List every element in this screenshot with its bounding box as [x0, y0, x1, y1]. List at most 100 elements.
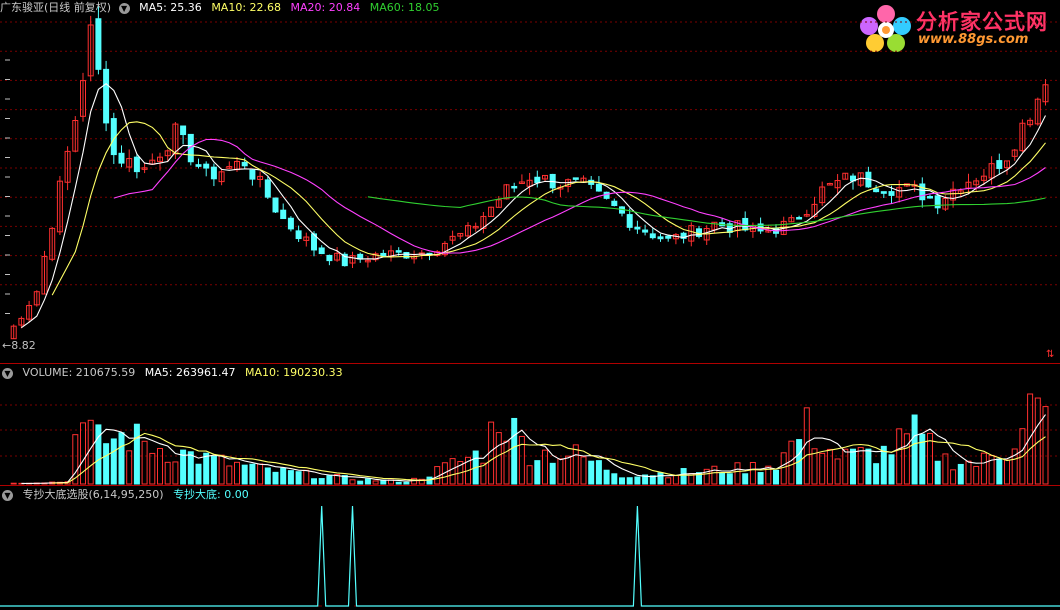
candle-down — [888, 191, 895, 196]
volume-bar-up — [834, 458, 841, 485]
volume-bar-up — [749, 461, 756, 485]
volume-bar-down — [203, 452, 210, 485]
candle-down — [195, 164, 202, 167]
volume-bar-down — [549, 462, 556, 485]
volume-bar-up — [10, 482, 17, 485]
volume-bar-up — [495, 432, 502, 485]
volume-bar-up — [226, 465, 233, 485]
candle-down — [264, 179, 271, 198]
volume-bar-down — [911, 414, 918, 485]
volume-bar-down — [103, 443, 110, 485]
candle-down — [880, 191, 887, 194]
ma5-line — [21, 82, 1046, 329]
candle-down — [318, 247, 325, 255]
volume-bar-up — [234, 461, 240, 485]
volume-bar-down — [403, 481, 410, 485]
candle-down — [934, 195, 941, 209]
volume-bar-down — [357, 480, 364, 485]
candle-down — [665, 235, 672, 239]
volume-bar-up — [965, 460, 972, 485]
volume-bar-down — [210, 455, 217, 485]
candle-down — [996, 160, 1003, 169]
candle-down — [927, 196, 933, 199]
volume-bar-down — [326, 475, 333, 485]
volume-bar-up — [565, 455, 572, 485]
volume-bar-up — [80, 422, 86, 485]
volume-bar-up — [842, 448, 849, 485]
volume-bar-down — [287, 470, 294, 485]
candle-down — [380, 252, 387, 257]
candle-down — [295, 230, 302, 240]
volume-bar-up — [788, 440, 795, 485]
candle-down — [572, 177, 579, 180]
volume-bar-up — [1004, 459, 1010, 485]
volume-bar-up — [942, 453, 949, 485]
candle-down — [603, 191, 610, 199]
candle-down — [919, 183, 926, 201]
volume-bar-down — [865, 448, 872, 485]
volume-bar-down — [773, 469, 779, 485]
volume-bar-down — [742, 473, 749, 485]
candle-down — [203, 163, 210, 169]
volume-bar-down — [280, 467, 287, 485]
volume-bar-down — [187, 451, 194, 485]
candle-down — [634, 226, 641, 230]
volume-bar-up — [711, 465, 718, 485]
pane-divider-1[interactable] — [0, 363, 1060, 364]
scroll-arrow-icon[interactable]: ⇅ — [1046, 349, 1054, 360]
candle-down — [595, 183, 602, 192]
ma60-line — [367, 196, 1046, 227]
pane-divider-2[interactable] — [0, 485, 1060, 486]
indicator-title: 专抄大底选股(6,14,95,250) — [22, 488, 164, 501]
volume-bar-down — [996, 458, 1003, 485]
volume-bar-down — [241, 464, 248, 485]
volume-bar-down — [611, 473, 618, 485]
volume-bar-down — [619, 477, 625, 485]
volume-bar-down — [757, 472, 764, 485]
volume-bar-up — [819, 452, 826, 485]
price-low-label: ←8.82 — [2, 339, 36, 352]
volume-bar-up — [449, 458, 456, 485]
volume-bar-up — [164, 461, 171, 485]
candle-down — [103, 68, 110, 124]
volume-bar-down — [295, 471, 302, 485]
volume-bar-up — [672, 475, 679, 485]
volume-bar-down — [249, 463, 256, 485]
candle-down — [511, 185, 518, 189]
chevron-down-icon[interactable]: ▼ — [2, 489, 13, 501]
volume-bar-up — [580, 456, 587, 485]
ma20-line — [113, 138, 1046, 254]
candle-down — [649, 233, 656, 239]
volume-bar-down — [395, 481, 402, 485]
volume-bar-up — [903, 433, 910, 485]
volume-bar-up — [780, 452, 787, 485]
candle-down — [95, 18, 102, 70]
indicator-value: 专抄大底: 0.00 — [173, 488, 249, 501]
volume-bar-down — [272, 471, 279, 485]
volume-title: VOLUME: 210675.59 — [22, 366, 136, 379]
volume-bar-down — [364, 478, 371, 485]
signal-line — [0, 505, 1060, 607]
chevron-down-icon[interactable]: ▼ — [2, 367, 13, 379]
volume-bar-up — [518, 435, 525, 485]
candle-down — [280, 209, 287, 220]
volume-bar-down — [133, 423, 140, 485]
volume-bar-up — [141, 440, 148, 485]
candle-down — [873, 188, 880, 193]
volume-bar-down — [934, 460, 941, 485]
volume-bar-down — [719, 472, 726, 485]
volume-bar-down — [657, 472, 664, 485]
indicator-header: ▼ 专抄大底选股(6,14,95,250) 专抄大底: 0.00 — [0, 487, 255, 503]
volume-bar-up — [665, 477, 672, 485]
candle-down — [118, 152, 125, 164]
stock-chart[interactable] — [0, 0, 1060, 610]
volume-bar-up — [826, 448, 833, 485]
volume-bar-up — [503, 440, 510, 485]
volume-bar-down — [888, 454, 895, 485]
volume-bar-down — [118, 432, 125, 485]
candle-down — [326, 254, 333, 262]
candle-down — [534, 176, 541, 184]
candle-down — [611, 200, 618, 207]
candle-down — [249, 169, 256, 180]
candle-down — [287, 217, 294, 230]
